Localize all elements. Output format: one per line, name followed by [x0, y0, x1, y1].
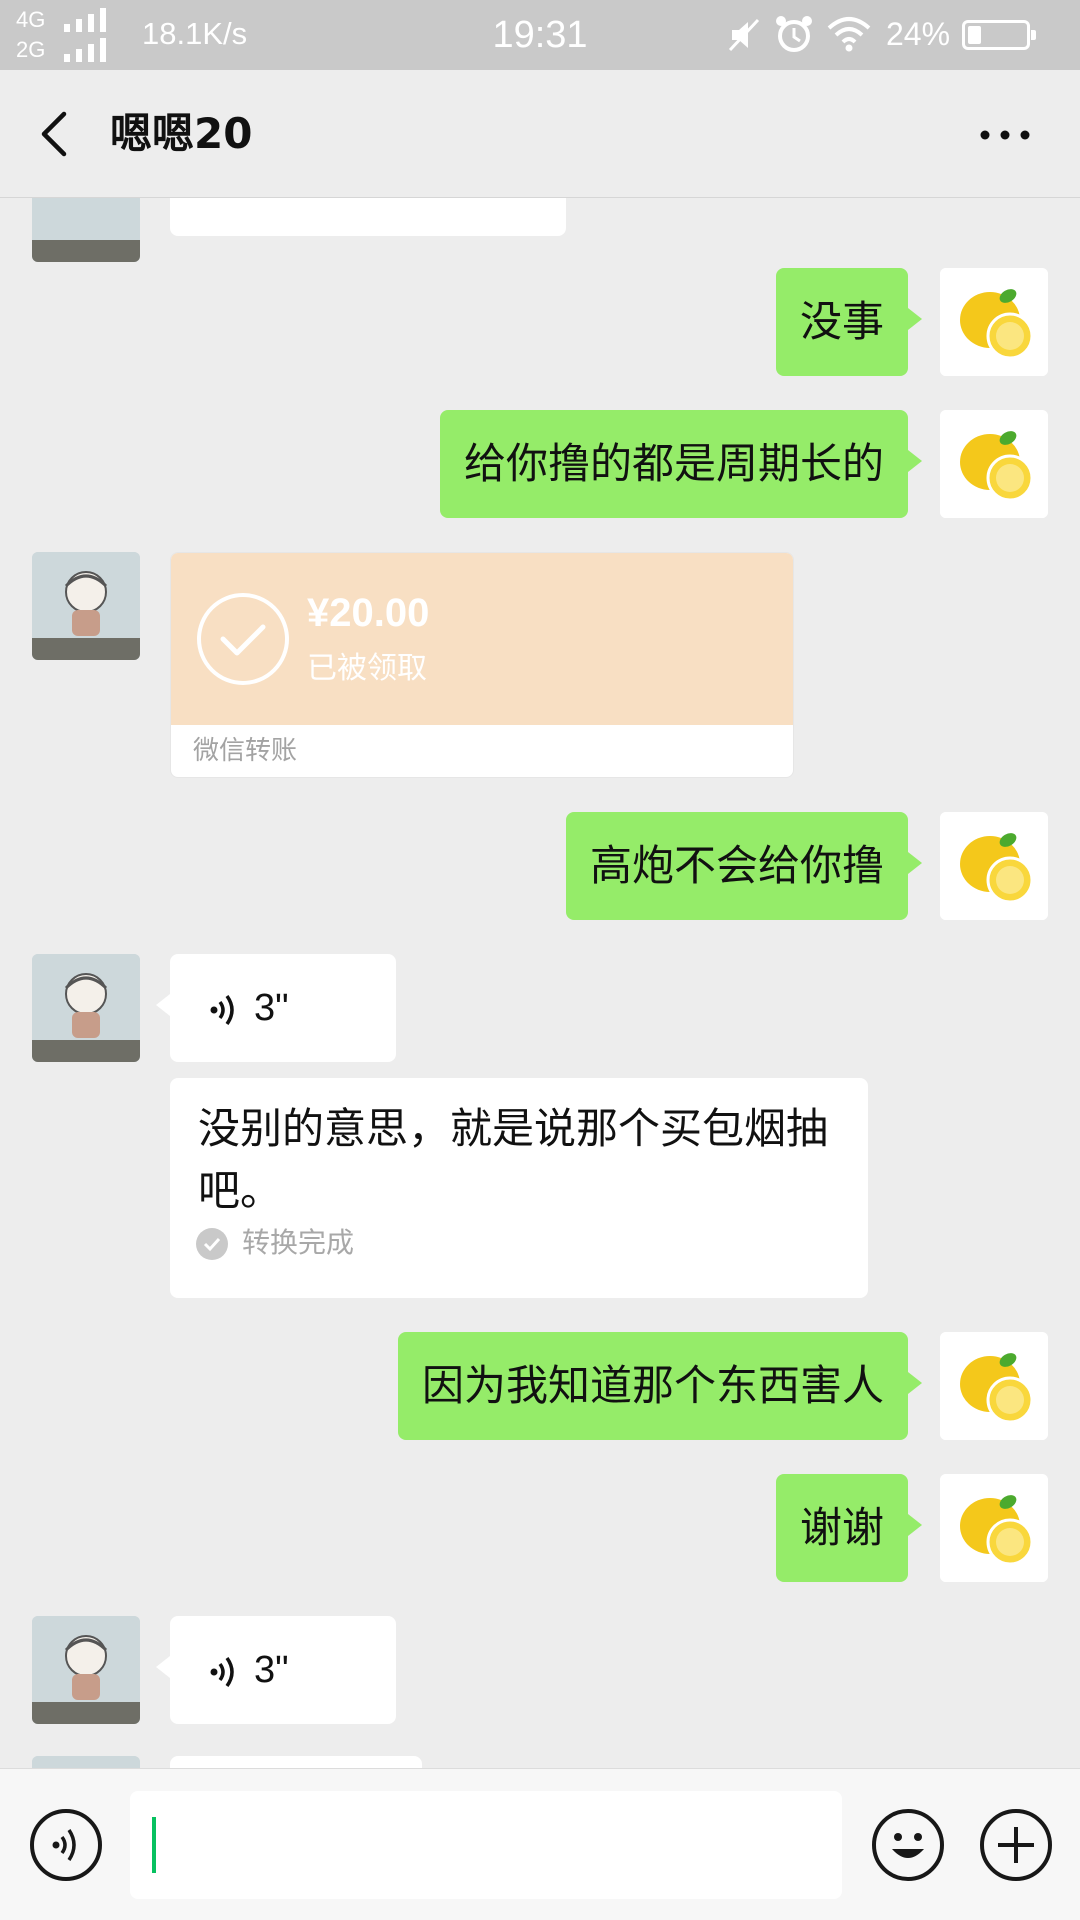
- voice-duration: 3": [254, 987, 289, 1029]
- transfer-amount: ¥20.00: [307, 591, 430, 635]
- check-icon: [196, 1228, 228, 1260]
- mute-icon: [728, 18, 760, 52]
- voice-transcript[interactable]: 没别的意思，就是说那个买包烟抽吧。 转换完成: [170, 1078, 868, 1298]
- battery-icon: [962, 20, 1036, 50]
- my-avatar[interactable]: [940, 268, 1048, 376]
- lemon-avatar-icon: [940, 1332, 1048, 1440]
- lemon-avatar-icon: [940, 410, 1048, 518]
- message-bubble[interactable]: [170, 198, 566, 236]
- my-message-bubble[interactable]: 高炮不会给你撸: [565, 812, 923, 920]
- status-icons: 24%: [726, 12, 1056, 58]
- input-bar: [0, 1768, 1080, 1920]
- my-message-bubble[interactable]: 谢谢: [775, 1474, 923, 1582]
- voice-duration: 3": [254, 1649, 289, 1691]
- contact-avatar[interactable]: [32, 1756, 140, 1768]
- my-avatar[interactable]: [940, 1474, 1048, 1582]
- my-message-bubble[interactable]: 没事: [775, 268, 923, 376]
- more-button[interactable]: [970, 110, 1040, 160]
- voice-message[interactable]: 3": [156, 954, 396, 1062]
- my-avatar[interactable]: [940, 410, 1048, 518]
- transcript-text: 没别的意思，就是说那个买包烟抽吧。: [198, 1104, 829, 1215]
- more-functions-button[interactable]: [980, 1809, 1052, 1881]
- plus-icon: [998, 1827, 1034, 1863]
- back-button[interactable]: [30, 106, 80, 162]
- battery-percent: 24%: [886, 16, 951, 52]
- status-bar: 4G 2G 18.1K/s 19:31 24%: [0, 0, 1080, 70]
- voice-wave-icon: [210, 1656, 234, 1688]
- transfer-card[interactable]: ¥20.00 已被领取 微信转账: [170, 552, 794, 778]
- transcript-status-label: 转换完成: [242, 1226, 355, 1259]
- emoji-icon: [892, 1833, 924, 1858]
- transfer-label: 微信转账: [193, 736, 298, 766]
- battery-fill: [968, 26, 981, 44]
- check-circle-icon: [197, 593, 289, 685]
- my-message-bubble[interactable]: 因为我知道那个东西害人: [397, 1332, 923, 1440]
- text-caret: [152, 1817, 156, 1873]
- chat-title: 嗯嗯20: [110, 109, 253, 158]
- more-dots-icon: [980, 130, 1030, 140]
- cartoon-avatar-icon: [32, 552, 140, 660]
- message-bubble[interactable]: [170, 1756, 422, 1768]
- wifi-icon: [827, 17, 871, 52]
- contact-avatar[interactable]: [32, 198, 140, 262]
- chevron-left-icon: [41, 111, 67, 157]
- my-avatar[interactable]: [940, 812, 1048, 920]
- lemon-avatar-icon: [940, 1474, 1048, 1582]
- voice-input-icon: [52, 1829, 76, 1861]
- contact-avatar[interactable]: [32, 552, 140, 660]
- transfer-status: 已被领取: [307, 651, 427, 686]
- message-input[interactable]: [130, 1791, 842, 1899]
- cartoon-avatar-icon: [32, 1616, 140, 1724]
- voice-input-button[interactable]: [30, 1809, 102, 1881]
- my-avatar[interactable]: [940, 1332, 1048, 1440]
- emoji-button[interactable]: [872, 1809, 944, 1881]
- lemon-avatar-icon: [940, 268, 1048, 376]
- voice-wave-icon: [210, 994, 234, 1026]
- message-list[interactable]: 没事 给你撸的都是周期长的 ¥20.00 已被领取 微信转账 高炮不会给你撸 3…: [0, 198, 1080, 1768]
- cartoon-avatar-icon: [32, 954, 140, 1062]
- contact-avatar[interactable]: [32, 954, 140, 1062]
- lemon-avatar-icon: [940, 812, 1048, 920]
- alarm-icon: [776, 16, 812, 52]
- my-message-bubble[interactable]: 给你撸的都是周期长的: [439, 410, 923, 518]
- voice-message[interactable]: 3": [156, 1616, 396, 1724]
- contact-avatar[interactable]: [32, 1616, 140, 1724]
- chat-header: 嗯嗯20: [0, 70, 1080, 198]
